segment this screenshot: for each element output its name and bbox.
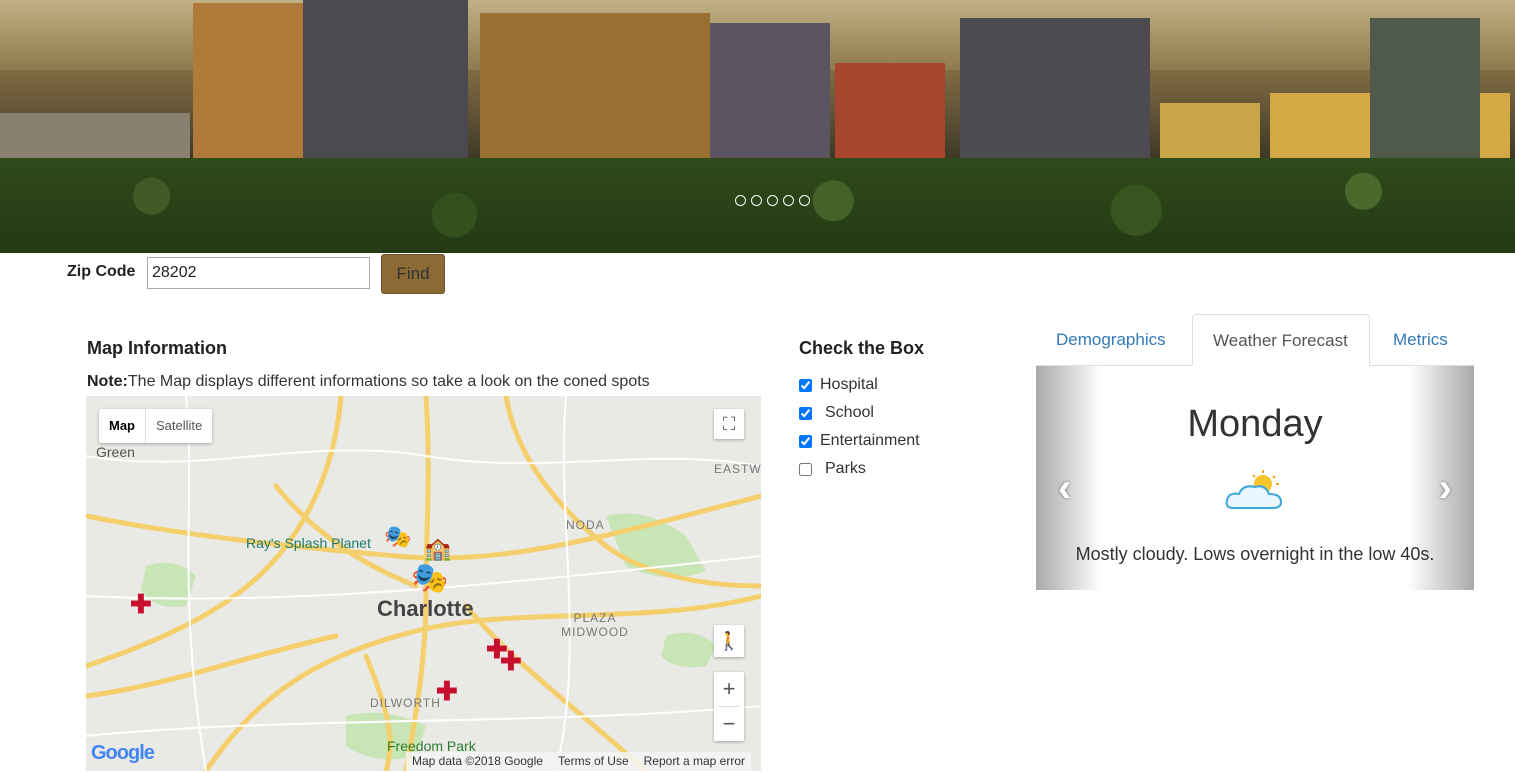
map-type-control: Map Satellite — [99, 409, 213, 443]
zoom-control: + − — [714, 672, 744, 741]
fullscreen-icon[interactable]: ⛶ — [714, 409, 744, 439]
school-marker-icon[interactable]: 🏫 — [424, 538, 451, 560]
hero-building — [710, 23, 830, 163]
carousel-dot[interactable] — [751, 195, 762, 206]
checklist-title: Check the Box — [799, 338, 925, 358]
map-place-label: PLAZA MIDWOOD — [561, 611, 629, 639]
checkbox-school-input[interactable] — [799, 406, 812, 420]
carousel-dot[interactable] — [783, 195, 794, 206]
hero-building — [480, 13, 710, 163]
map-place-label: Ray's Splash Planet — [246, 535, 371, 551]
zip-code-label: Zip Code — [67, 263, 136, 280]
weather-next-arrow[interactable]: › — [1439, 466, 1452, 511]
checkbox-parks-input[interactable] — [799, 462, 812, 476]
hero-building — [1160, 103, 1260, 163]
zoom-in-button[interactable]: + — [714, 672, 744, 706]
entertainment-marker-icon[interactable]: 🎭 — [384, 526, 411, 548]
weather-forecast-text: Mostly cloudy. Lows overnight in the low… — [1075, 544, 1435, 564]
tab-weather-forecast[interactable]: Weather Forecast — [1192, 314, 1370, 366]
map-type-map-button[interactable]: Map — [99, 409, 145, 443]
checkbox-school[interactable]: School — [799, 404, 874, 422]
map-place-label: Green — [96, 444, 135, 460]
hero-carousel — [0, 0, 1515, 253]
weather-day: Monday — [1187, 403, 1323, 445]
map-note: Note:The Map displays different informat… — [87, 373, 650, 391]
carousel-indicators — [735, 195, 810, 206]
tab-metrics[interactable]: Metrics — [1373, 314, 1468, 366]
checkbox-label: Entertainment — [820, 432, 920, 449]
carousel-dot[interactable] — [799, 195, 810, 206]
hero-building — [835, 63, 945, 163]
hospital-marker-icon[interactable]: ✚ — [436, 678, 458, 704]
map-place-label: EASTW — [714, 462, 761, 476]
note-label: Note: — [87, 373, 128, 390]
weather-carousel: ‹ › Monday Mostly cloudy. Lows overnight… — [1036, 366, 1474, 590]
hero-building — [0, 113, 190, 163]
street-view-pegman-icon[interactable]: 🚶 — [714, 625, 744, 657]
zip-code-input[interactable] — [147, 257, 370, 289]
find-button[interactable]: Find — [381, 254, 445, 294]
partly-cloudy-icon — [1225, 470, 1283, 509]
checkbox-entertainment[interactable]: Entertainment — [799, 432, 920, 450]
hero-building — [193, 3, 303, 163]
hero-building — [1370, 18, 1480, 163]
checkbox-label: Parks — [825, 460, 866, 477]
checkbox-entertainment-input[interactable] — [799, 434, 812, 448]
checkbox-hospital-input[interactable] — [799, 378, 812, 392]
map[interactable]: Map Satellite ⛶ Charlotte Ray's Splash P… — [86, 396, 761, 771]
report-map-error-link[interactable]: Report a map error — [644, 752, 745, 771]
map-info-title: Map Information — [87, 338, 227, 358]
google-logo[interactable]: Google — [91, 742, 155, 765]
carousel-dot[interactable] — [767, 195, 778, 206]
hospital-marker-icon[interactable]: ✚ — [130, 591, 152, 617]
map-place-label: DILWORTH — [370, 696, 441, 710]
hero-building — [303, 0, 468, 163]
terms-of-use-link[interactable]: Terms of Use — [558, 752, 629, 771]
map-city-label: Charlotte — [377, 596, 474, 621]
checkbox-label: Hospital — [820, 376, 878, 393]
carousel-dot[interactable] — [735, 195, 746, 206]
note-text: The Map displays different informations … — [127, 373, 650, 390]
checkbox-label: School — [825, 404, 874, 421]
map-type-satellite-button[interactable]: Satellite — [145, 409, 212, 443]
checkbox-parks[interactable]: Parks — [799, 460, 866, 478]
hero-building — [960, 18, 1150, 163]
entertainment-marker-icon[interactable]: 🎭 — [411, 564, 448, 594]
map-attribution: Map data ©2018 Google Terms of Use Repor… — [406, 752, 751, 771]
info-tabs: Demographics Weather Forecast Metrics — [1036, 314, 1474, 366]
hospital-marker-icon[interactable]: ✚ — [500, 648, 522, 674]
checkbox-hospital[interactable]: Hospital — [799, 376, 878, 394]
map-data-credit: Map data ©2018 Google — [412, 754, 543, 768]
tab-demographics[interactable]: Demographics — [1036, 314, 1186, 366]
zoom-out-button[interactable]: − — [714, 707, 744, 741]
map-place-label: NODA — [566, 518, 605, 532]
weather-prev-arrow[interactable]: ‹ — [1058, 466, 1071, 511]
